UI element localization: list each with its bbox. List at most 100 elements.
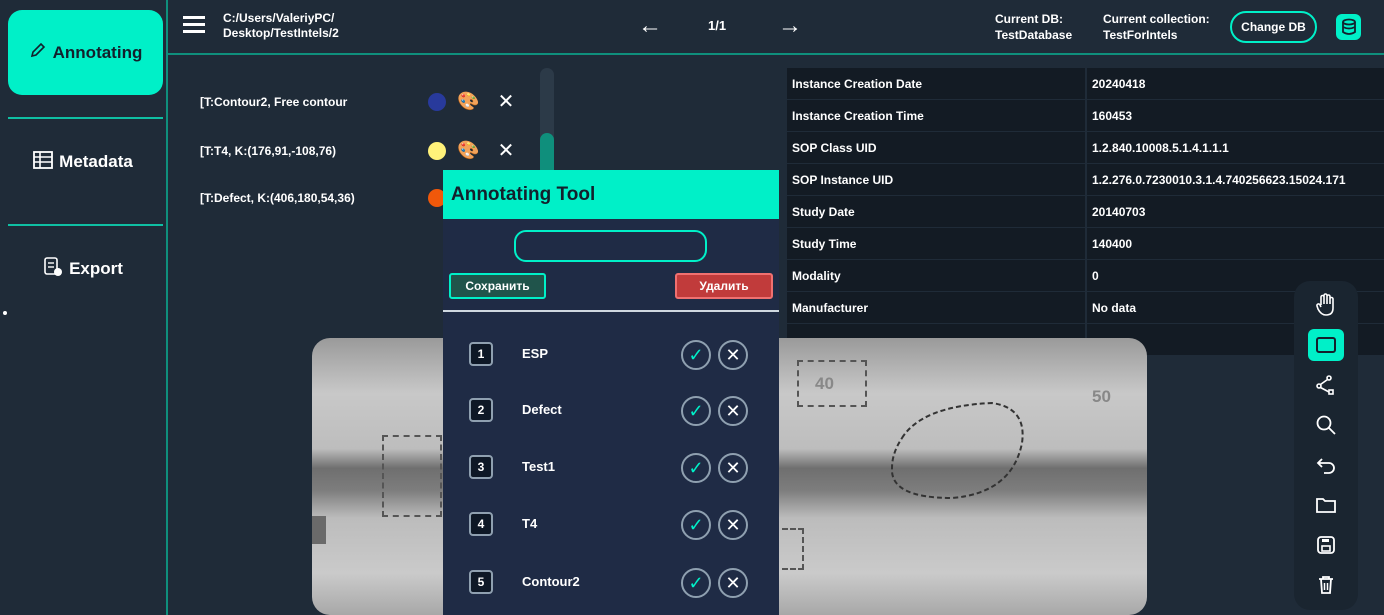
check-icon[interactable]: ✓ (681, 510, 711, 540)
panel-title: Annotating Tool (443, 170, 779, 219)
class-name: T4 (522, 516, 538, 531)
current-collection-label: Current collection: (1103, 12, 1210, 26)
current-collection: Current collection: TestForIntels (1103, 11, 1210, 43)
list-item[interactable]: 1 ESP ✓ ✕ (443, 340, 779, 370)
image-edge (312, 516, 326, 544)
check-icon[interactable]: ✓ (681, 453, 711, 483)
annotation-label[interactable]: [T:Defect, K:(406,180,54,36) (200, 191, 355, 205)
file-path-line: Desktop/TestIntels/2 (223, 26, 339, 40)
palette-icon[interactable]: 🎨 (457, 139, 479, 161)
list-item[interactable]: 5 Contour2 ✓ ✕ (443, 568, 779, 598)
list-item[interactable]: 2 Defect ✓ ✕ (443, 396, 779, 426)
scrollbar[interactable] (540, 68, 554, 178)
class-number: 3 (469, 455, 493, 479)
class-name-input[interactable] (514, 230, 707, 262)
list-item[interactable]: 3 Test1 ✓ ✕ (443, 453, 779, 483)
table-row: Study Time 140400 (787, 228, 1384, 260)
pencil-icon (29, 41, 47, 64)
trash-icon[interactable] (1308, 569, 1344, 601)
search-icon[interactable] (1308, 409, 1344, 441)
canvas-toolbar (1294, 281, 1358, 610)
current-db-value: TestDatabase (995, 28, 1073, 42)
current-db: Current DB: TestDatabase (995, 11, 1072, 43)
menu-icon[interactable] (183, 16, 205, 33)
metadata-key: Instance Creation Time (787, 100, 1087, 131)
image-marker: 40 (815, 374, 834, 393)
table-row: SOP Class UID 1.2.840.10008.5.1.4.1.1.1 (787, 132, 1384, 164)
metadata-value: 20240418 (1087, 68, 1384, 99)
close-icon[interactable]: ✕ (718, 396, 748, 426)
class-name: Defect (522, 402, 562, 417)
image-marker: 50 (1092, 387, 1111, 406)
folder-icon[interactable] (1308, 489, 1344, 521)
class-name: Contour2 (522, 574, 580, 589)
close-icon[interactable]: ✕ (718, 340, 748, 370)
database-icon[interactable] (1336, 14, 1361, 40)
metadata-key: SOP Class UID (787, 132, 1087, 163)
metadata-key: SOP Instance UID (787, 164, 1087, 195)
hand-icon[interactable] (1308, 289, 1344, 321)
current-db-label: Current DB: (995, 12, 1063, 26)
arrow-right-icon[interactable]: → (778, 12, 802, 40)
annotation-label[interactable]: [T:T4, K:(176,91,-108,76) (200, 144, 336, 158)
close-icon[interactable]: ✕ (496, 92, 516, 112)
close-icon[interactable]: ✕ (718, 510, 748, 540)
class-number: 5 (469, 570, 493, 594)
sidebar-item-metadata[interactable]: Metadata (0, 137, 166, 187)
class-name: ESP (522, 346, 549, 361)
annotation-label[interactable]: [T:Contour2, Free contour (200, 95, 347, 109)
polyline-icon[interactable] (1308, 369, 1344, 401)
check-icon[interactable]: ✓ (681, 568, 711, 598)
annotation-color-swatch (428, 142, 446, 160)
file-path-line: C:/Users/ValeriyPC/ (223, 11, 335, 25)
list-item[interactable]: 4 T4 ✓ ✕ (443, 510, 779, 540)
metadata-value: 20140703 (1087, 196, 1384, 227)
annotating-tool-panel: Annotating Tool Сохранить Удалить 1 ESP … (443, 170, 779, 615)
header-bar: C:/Users/ValeriyPC/ Desktop/TestIntels/2… (168, 0, 1384, 55)
divider (443, 310, 779, 312)
bounding-box[interactable] (782, 528, 804, 570)
check-icon[interactable]: ✓ (681, 396, 711, 426)
metadata-key: Instance Creation Date (787, 68, 1087, 99)
change-db-button[interactable]: Change DB (1230, 11, 1317, 43)
arrow-left-icon[interactable]: ← (638, 12, 662, 40)
table-row: Instance Creation Date 20240418 (787, 68, 1384, 100)
metadata-value: 1.2.840.10008.5.1.4.1.1.1 (1087, 132, 1384, 163)
sidebar-item-label: Annotating (52, 42, 143, 62)
class-number: 4 (469, 512, 493, 536)
save-button[interactable]: Сохранить (449, 273, 546, 299)
divider (8, 117, 163, 119)
sidebar-item-export[interactable]: Export (0, 244, 166, 294)
sidebar-item-annotating[interactable]: Annotating (8, 10, 163, 95)
rectangle-icon[interactable] (1308, 329, 1344, 361)
save-icon[interactable] (1308, 529, 1344, 561)
metadata-key: Study Time (787, 228, 1087, 259)
sidebar: Annotating Metadata Export (0, 0, 168, 615)
metadata-key: Manufacturer (787, 292, 1087, 323)
close-icon[interactable]: ✕ (496, 141, 516, 161)
export-icon (43, 256, 63, 282)
metadata-value: 160453 (1087, 100, 1384, 131)
annotation-color-swatch (428, 93, 446, 111)
class-number: 1 (469, 342, 493, 366)
metadata-value: 1.2.276.0.7230010.3.1.4.740256623.15024.… (1087, 164, 1384, 195)
file-path: C:/Users/ValeriyPC/ Desktop/TestIntels/2 (223, 11, 339, 41)
palette-icon[interactable]: 🎨 (457, 90, 479, 112)
free-contour[interactable] (882, 398, 1032, 508)
metadata-value: 140400 (1087, 228, 1384, 259)
app-window: Annotating Metadata Export C:/Users/Vale… (0, 0, 1384, 615)
undo-icon[interactable] (1308, 449, 1344, 481)
bounding-box[interactable] (382, 435, 442, 517)
class-name: Test1 (522, 459, 555, 474)
close-icon[interactable]: ✕ (718, 453, 748, 483)
metadata-key: Study Date (787, 196, 1087, 227)
page-indicator: 1/1 (708, 18, 727, 33)
table-row: Instance Creation Time 160453 (787, 100, 1384, 132)
table-row: Modality 0 (787, 260, 1384, 292)
close-icon[interactable]: ✕ (718, 568, 748, 598)
delete-button[interactable]: Удалить (675, 273, 773, 299)
sidebar-item-label: Metadata (59, 152, 133, 171)
table-row: Study Date 20140703 (787, 196, 1384, 228)
resize-handle[interactable] (3, 311, 7, 315)
check-icon[interactable]: ✓ (681, 340, 711, 370)
